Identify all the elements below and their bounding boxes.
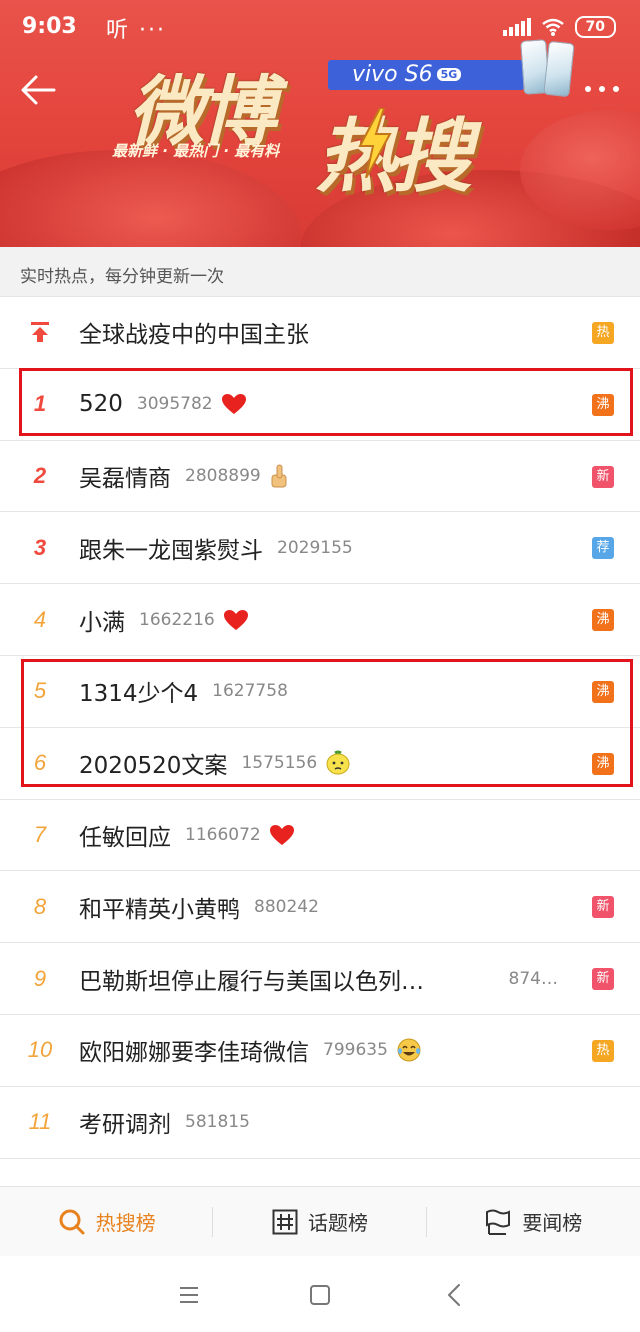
boiling-badge: 沸 [592,609,614,632]
item-rank: 8 [33,893,47,919]
pinned-icon [20,297,60,368]
item-title: 任敏回应 [79,824,171,851]
list-item[interactable]: 2 吴磊情商 2808899 新 [0,441,640,513]
item-rank: 2 [33,462,47,488]
signal-icon [502,18,531,36]
item-count: 2029155 [277,537,353,558]
item-rank: 9 [33,965,47,991]
battery-indicator: 70 [574,16,616,38]
item-title: 全球战疫中的中国主张 [79,322,309,349]
list-item[interactable]: 11 考研调剂 581815 [0,1087,640,1159]
item-title: 欧阳娜娜要李佳琦微信 [79,1040,309,1067]
flag-icon [486,1209,511,1235]
item-count: 880242 [254,896,319,917]
item-count: 799635 [323,1040,388,1061]
thumbs-up-icon [269,464,289,488]
phone-product-image [543,40,575,98]
system-navigation-bar [0,1256,640,1332]
item-count: 581815 [185,1112,250,1133]
item-rank: 3 [33,534,47,560]
list-item[interactable]: 10 欧阳娜娜要李佳琦微信 799635 热 [0,1015,640,1087]
item-title: 考研调剂 [79,1112,171,1139]
tab-label: 话题榜 [307,1211,368,1235]
item-rank: 11 [28,1109,52,1135]
item-title: 小满 [79,609,125,636]
sponsor-ad[interactable]: vivo S6 5G [328,60,524,90]
item-count: 2808899 [185,465,261,486]
new-badge: 新 [592,896,614,919]
item-count: 1662216 [139,609,215,630]
lightning-bolt-icon [358,108,392,178]
search-q-icon [59,1209,85,1234]
sponsor-brand: vivo S6 [352,62,433,87]
new-badge: 新 [592,465,614,488]
banner-slogan: 最新鲜 · 最热门 · 最有料 [112,142,280,160]
hot-badge: 热 [592,322,614,344]
item-rank: 4 [33,606,47,632]
hot-search-banner: 9:03 听 ··· 70 微博 热搜 最新鲜 · 最热门 · 最有料 vivo… [0,0,640,247]
item-title: 吴磊情商 [79,465,171,492]
menu-icon[interactable] [174,1280,204,1310]
sponsor-5g-badge: 5G [436,68,462,81]
new-badge: 新 [592,968,614,991]
list-subtitle: 实时热点，每分钟更新一次 [20,267,224,287]
tab-hot-search[interactable]: 热搜榜 [0,1187,213,1256]
item-rank: 10 [27,1037,53,1063]
back-icon[interactable] [440,1280,470,1310]
highlight-box [21,659,633,787]
status-indicators: 70 [502,16,616,38]
more-options-icon[interactable] [582,78,622,102]
home-icon[interactable] [305,1280,335,1310]
list-item[interactable]: 8 和平精英小黄鸭 880242 新 [0,871,640,944]
banner-decoration [0,150,300,247]
hash-icon [272,1209,298,1234]
item-title: 跟朱一龙囤紫熨斗 [79,537,263,564]
tab-label: 要闻榜 [522,1211,583,1235]
item-count: 874… [508,968,558,989]
item-count: 1166072 [185,824,261,845]
highlight-box [19,368,633,436]
heart-icon [223,609,249,631]
list-item[interactable]: 4 小满 1662216 沸 [0,584,640,656]
status-notification-icons: 听 ··· [106,18,166,43]
item-title: 和平精英小黄鸭 [79,896,240,923]
tab-topics[interactable]: 话题榜 [213,1187,426,1256]
tab-news[interactable]: 要闻榜 [427,1187,640,1256]
item-rank: 7 [33,821,47,847]
tab-label: 热搜榜 [95,1211,156,1235]
pinned-item[interactable]: 全球战疫中的中国主张 热 [0,297,640,369]
heart-icon [269,824,295,846]
list-item[interactable]: 9 巴勒斯坦停止履行与美国以色列… 874… 新 [0,943,640,1015]
back-arrow-icon[interactable] [18,72,58,108]
laugh-cry-icon [396,1037,422,1063]
bottom-tab-bar: 热搜榜 话题榜 要闻榜 [0,1186,640,1256]
hot-badge: 热 [592,1039,614,1062]
list-subtitle-bar: 实时热点，每分钟更新一次 [0,247,640,297]
list-item[interactable]: 7 任敏回应 1166072 [0,800,640,872]
recommended-badge: 荐 [592,537,614,560]
item-title: 巴勒斯坦停止履行与美国以色列… [79,968,424,995]
status-time: 9:03 [22,14,77,39]
list-item[interactable]: 3 跟朱一龙囤紫熨斗 2029155 荐 [0,512,640,585]
wifi-icon [541,18,564,36]
